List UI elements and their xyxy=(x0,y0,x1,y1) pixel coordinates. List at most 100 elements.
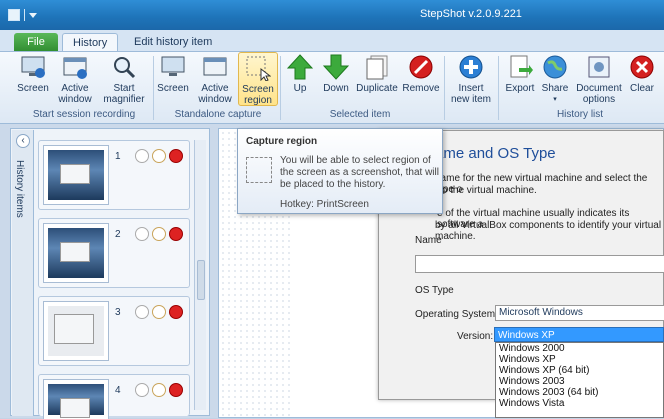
version-select[interactable]: Windows XP xyxy=(494,327,664,342)
screen-region-button[interactable]: Screen region xyxy=(238,52,278,106)
clear-label: Clear xyxy=(630,83,654,94)
os-type-group-label: OS Type xyxy=(415,285,454,296)
comment-icon[interactable] xyxy=(135,149,149,163)
session-active-window-button[interactable]: Active window xyxy=(56,54,94,105)
tab-edit-history-item[interactable]: Edit history item xyxy=(124,33,222,52)
history-thumbnail[interactable] xyxy=(43,379,109,419)
edit-icon[interactable] xyxy=(152,227,166,241)
group-label-standalone: Standalone capture xyxy=(174,109,262,120)
remove-icon[interactable] xyxy=(169,227,183,241)
plus-icon xyxy=(458,54,484,80)
duplicate-icon xyxy=(364,54,390,80)
down-label: Down xyxy=(323,83,349,94)
comment-icon[interactable] xyxy=(135,227,149,241)
standalone-active-window-button[interactable]: Active window xyxy=(196,54,234,105)
preview-text-line: to the virtual machine. xyxy=(439,185,537,196)
arrow-up-icon xyxy=(286,54,314,80)
duplicate-label: Duplicate xyxy=(356,83,398,94)
tooltip: Capture region You will be able to selec… xyxy=(237,128,443,214)
preview-text-line: by all VirtualBox components to identify… xyxy=(435,220,662,242)
tab-history[interactable]: History xyxy=(62,33,119,52)
standalone-active-window-label: Active window xyxy=(198,83,232,105)
standalone-screen-button[interactable]: Screen xyxy=(156,54,190,94)
remove-icon[interactable] xyxy=(169,383,183,397)
window-icon xyxy=(62,54,88,80)
remove-icon xyxy=(408,54,434,80)
edit-icon[interactable] xyxy=(152,149,166,163)
version-option[interactable]: Windows XP xyxy=(496,354,663,365)
region-select-icon xyxy=(245,55,272,82)
group-separator xyxy=(153,56,154,120)
document-options-button[interactable]: Document options xyxy=(574,54,624,105)
history-thumbnail[interactable] xyxy=(43,301,109,361)
operating-system-select[interactable]: Microsoft Windows xyxy=(495,305,664,321)
session-screen-label: Screen xyxy=(17,83,49,94)
scrollbar-thumb[interactable] xyxy=(197,260,205,300)
remove-label: Remove xyxy=(402,83,440,94)
qa-separator xyxy=(24,9,25,21)
share-button[interactable]: Share ▾ xyxy=(538,54,572,105)
edit-icon[interactable] xyxy=(152,305,166,319)
remove-icon[interactable] xyxy=(169,149,183,163)
version-dropdown-list[interactable]: Windows 2000 Windows XP Windows XP (64 b… xyxy=(495,342,664,418)
name-group-label: Name xyxy=(415,235,442,246)
history-item[interactable]: 4 xyxy=(38,374,190,419)
monitor-icon xyxy=(20,54,46,80)
chevron-down-icon[interactable] xyxy=(29,12,37,18)
monitor-icon xyxy=(160,54,186,80)
chevron-left-icon[interactable]: ‹ xyxy=(16,134,30,148)
up-button[interactable]: Up xyxy=(286,54,314,94)
duplicate-button[interactable]: Duplicate xyxy=(354,54,400,94)
version-option[interactable]: Windows 2000 xyxy=(496,343,663,354)
group-separator xyxy=(280,56,281,120)
magnifier-icon xyxy=(111,54,137,80)
start-magnifier-button[interactable]: Start magnifier xyxy=(100,54,148,105)
name-input[interactable] xyxy=(415,255,664,273)
arrow-down-icon xyxy=(322,54,350,80)
version-option[interactable]: Windows 2003 (64 bit) xyxy=(496,387,663,398)
remove-icon[interactable] xyxy=(169,305,183,319)
window-icon xyxy=(202,54,228,80)
share-label: Share xyxy=(541,83,569,94)
screen-region-label: Screen region xyxy=(242,84,274,106)
history-scrollbar[interactable] xyxy=(194,140,206,410)
comment-icon[interactable] xyxy=(135,305,149,319)
edit-icon[interactable] xyxy=(152,383,166,397)
version-option[interactable]: Windows XP (64 bit) xyxy=(496,365,663,376)
version-option[interactable]: Windows Vista xyxy=(496,398,663,409)
history-side-label: History items xyxy=(14,160,25,218)
history-thumbnail[interactable] xyxy=(43,145,109,205)
history-thumbnail[interactable] xyxy=(43,223,109,283)
history-side-tab[interactable]: ‹ History items xyxy=(12,130,34,416)
quick-access-toolbar[interactable] xyxy=(8,9,37,21)
export-label: Export xyxy=(505,83,535,94)
tooltip-hotkey: Hotkey: PrintScreen xyxy=(280,199,369,210)
group-label-history-list: History list xyxy=(556,109,604,120)
history-item-number: 4 xyxy=(115,385,121,396)
group-separator xyxy=(498,56,499,120)
close-icon xyxy=(629,54,655,80)
app-icon xyxy=(8,9,20,21)
group-label-session: Start session recording xyxy=(32,109,136,120)
chevron-down-icon: ▾ xyxy=(553,96,557,103)
insert-new-item-button[interactable]: Insert new item xyxy=(448,54,494,105)
clear-button[interactable]: Clear xyxy=(626,54,658,94)
remove-button[interactable]: Remove xyxy=(402,54,440,94)
app-title: StepShot v.2.0.9.221 xyxy=(420,8,522,20)
session-active-window-label: Active window xyxy=(58,83,92,105)
operating-system-label: Operating System: xyxy=(415,309,498,320)
up-label: Up xyxy=(293,83,307,94)
session-screen-button[interactable]: Screen xyxy=(14,54,52,94)
down-button[interactable]: Down xyxy=(320,54,352,94)
document-options-label: Document options xyxy=(576,83,622,105)
document-options-icon xyxy=(586,54,612,80)
history-item[interactable]: 1 xyxy=(38,140,190,210)
version-option[interactable]: Windows 2003 xyxy=(496,376,663,387)
standalone-screen-label: Screen xyxy=(157,83,189,94)
comment-icon[interactable] xyxy=(135,383,149,397)
region-select-icon xyxy=(246,157,272,183)
history-item[interactable]: 2 xyxy=(38,218,190,288)
history-item[interactable]: 3 xyxy=(38,296,190,366)
tab-file[interactable]: File xyxy=(14,33,58,52)
export-button[interactable]: Export xyxy=(502,54,538,94)
